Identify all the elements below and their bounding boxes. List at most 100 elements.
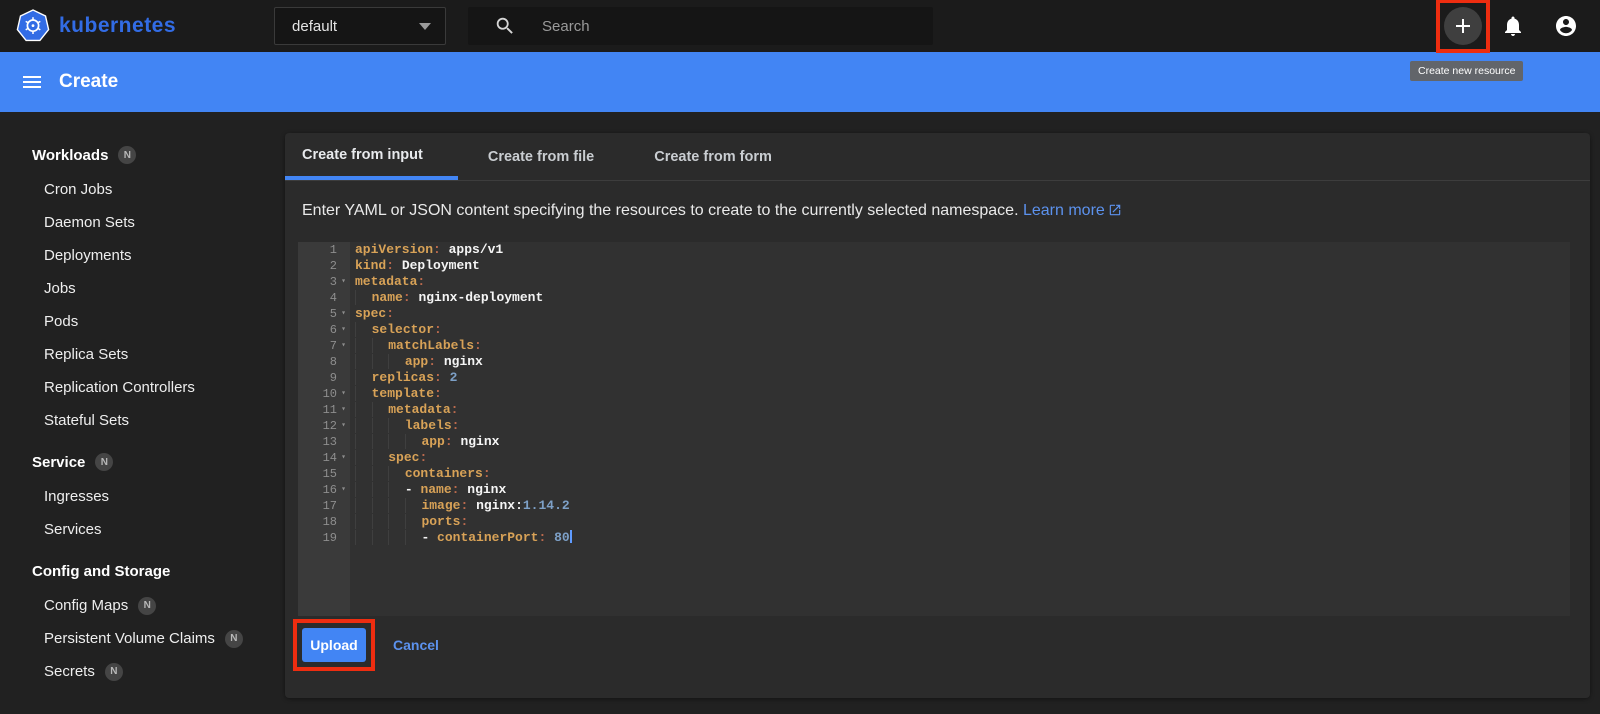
account-circle-icon [1556, 16, 1576, 36]
brand-wordmark: kubernetes [59, 14, 177, 37]
sidebar-item-deployments[interactable]: Deployments [0, 239, 277, 272]
actions-row: Upload Cancel [293, 619, 1590, 671]
sidebar-group-label: Service [32, 453, 86, 471]
fold-marker-icon[interactable]: ▾ [337, 274, 350, 290]
sidebar-group-service[interactable]: Service N [0, 444, 277, 480]
line-gutter: 19 [298, 530, 350, 546]
line-number: 11 [322, 403, 337, 417]
sidebar-item-config-maps[interactable]: Config Maps N [0, 589, 277, 622]
line-gutter: 11 ▾ [298, 402, 350, 418]
kubernetes-helm-icon [16, 9, 50, 42]
chevron-down-icon [419, 22, 432, 30]
top-app-bar: kubernetes default Crea [0, 0, 1600, 81]
code-line: 13 app: nginx [298, 434, 1570, 450]
code-text: kind: Deployment [355, 258, 480, 273]
gutter-fill [298, 546, 350, 616]
upload-button[interactable]: Upload [302, 628, 366, 662]
yaml-editor[interactable]: 1 apiVersion: apps/v1 2 kind: Deployment 3 ▾ m… [298, 242, 1570, 616]
code-text: matchLabels: [350, 338, 482, 354]
line-number: 15 [322, 467, 337, 481]
fold-marker-icon[interactable]: ▾ [337, 322, 350, 338]
fold-marker-icon[interactable]: ▾ [337, 338, 350, 354]
tab-create-from-form[interactable]: Create from form [624, 133, 802, 180]
sidebar-item-label: Pods [44, 313, 79, 330]
line-gutter: 13 [298, 434, 350, 450]
code-text: image: nginx:1.14.2 [350, 498, 570, 514]
sidebar-item-label: Replica Sets [44, 346, 129, 363]
instruction-body: Enter YAML or JSON content specifying th… [302, 202, 1019, 219]
search-icon [496, 17, 513, 34]
code-line: 2 kind: Deployment [298, 258, 1570, 274]
tab-label: Create from form [654, 148, 772, 165]
sidebar-item-services[interactable]: Services [0, 513, 277, 546]
text-cursor [569, 530, 572, 543]
line-gutter: 15 [298, 466, 350, 482]
fold-marker-icon[interactable]: ▾ [337, 386, 350, 402]
learn-more-link[interactable]: Learn more [1023, 202, 1122, 219]
new-badge: N [95, 453, 114, 471]
line-number: 13 [322, 435, 337, 449]
tab-create-from-input[interactable]: Create from input [285, 133, 458, 180]
kubernetes-logo[interactable]: kubernetes [16, 9, 176, 43]
code-text: metadata: [350, 402, 458, 418]
line-gutter: 7 ▾ [298, 338, 350, 354]
sidebar-item-replica-sets[interactable]: Replica Sets [0, 338, 277, 371]
sidebar-group-workloads[interactable]: Workloads N [0, 137, 277, 173]
sidebar-item-pods[interactable]: Pods [0, 305, 277, 338]
create-card: Create from input Create from file Create … [285, 133, 1590, 698]
sidebar-item-cron-jobs[interactable]: Cron Jobs [0, 173, 277, 206]
sidebar-section-workloads: Workloads N Cron Jobs Daemon Sets Deployment… [0, 137, 277, 437]
sidebar-item-replication-controllers[interactable]: Replication Controllers [0, 371, 277, 404]
tab-label: Create from file [487, 148, 595, 165]
code-text: apiVersion: apps/v1 [355, 242, 504, 257]
sidebar-item-jobs[interactable]: Jobs [0, 272, 277, 305]
notifications-button[interactable] [1493, 6, 1533, 46]
code-text: selector: [350, 322, 442, 338]
line-number: 18 [322, 515, 337, 529]
sidebar-nav: Workloads N Cron Jobs Daemon Sets Deployment… [0, 112, 277, 714]
line-number: 17 [322, 499, 337, 513]
tab-create-from-file[interactable]: Create from file [458, 133, 624, 180]
code-line: 3 ▾ metadata: [298, 274, 1570, 290]
line-gutter: 17 [298, 498, 350, 514]
search-input[interactable] [542, 17, 922, 35]
fold-marker-icon[interactable]: ▾ [337, 402, 350, 418]
code-line: 1 apiVersion: apps/v1 [298, 242, 1570, 258]
line-number: 12 [322, 419, 337, 433]
sidebar-item-label: Persistent Volume Claims [44, 630, 215, 647]
sidebar-item-persistent-volume-claims[interactable]: Persistent Volume Claims N [0, 622, 277, 655]
code-line: 16 ▾ - name: nginx [298, 482, 1570, 498]
line-gutter: 5 ▾ [298, 306, 350, 322]
code-line: 12 ▾ labels: [298, 418, 1570, 434]
create-new-resource-button[interactable] [1444, 7, 1482, 45]
fold-marker-icon[interactable]: ▾ [337, 450, 350, 466]
line-gutter: 18 [298, 514, 350, 530]
sidebar-item-ingresses[interactable]: Ingresses [0, 480, 277, 513]
line-number: 8 [329, 355, 337, 369]
code-text: spec: [355, 306, 395, 321]
code-text: ports: [350, 514, 468, 530]
sidebar-item-stateful-sets[interactable]: Stateful Sets [0, 404, 277, 437]
sidebar-item-secrets[interactable]: Secrets N [0, 655, 277, 688]
fold-marker-icon[interactable]: ▾ [337, 306, 350, 322]
namespace-value: default [292, 17, 338, 35]
new-badge: N [118, 146, 137, 164]
sidebar-item-label: Deployments [44, 247, 132, 264]
main-area: Create from input Create from file Create … [277, 112, 1600, 714]
search-bar[interactable] [468, 7, 934, 45]
code-text: labels: [350, 418, 459, 434]
namespace-selector[interactable]: default [274, 7, 447, 45]
line-gutter: 14 ▾ [298, 450, 350, 466]
annotation-box-create [1436, 0, 1490, 53]
sidebar-group-config-and-storage[interactable]: Config and Storage [0, 553, 277, 589]
fold-marker-icon[interactable]: ▾ [337, 418, 350, 434]
fold-marker-icon[interactable]: ▾ [337, 482, 350, 498]
code-text: app: nginx [350, 354, 483, 370]
hamburger-menu-button[interactable] [20, 70, 44, 94]
learn-more-label: Learn more [1022, 202, 1105, 219]
cancel-button[interactable]: Cancel [393, 637, 439, 653]
new-badge: N [138, 596, 157, 615]
sidebar-item-daemon-sets[interactable]: Daemon Sets [0, 206, 277, 239]
line-number: 3 [329, 275, 337, 289]
account-button[interactable] [1546, 6, 1586, 46]
